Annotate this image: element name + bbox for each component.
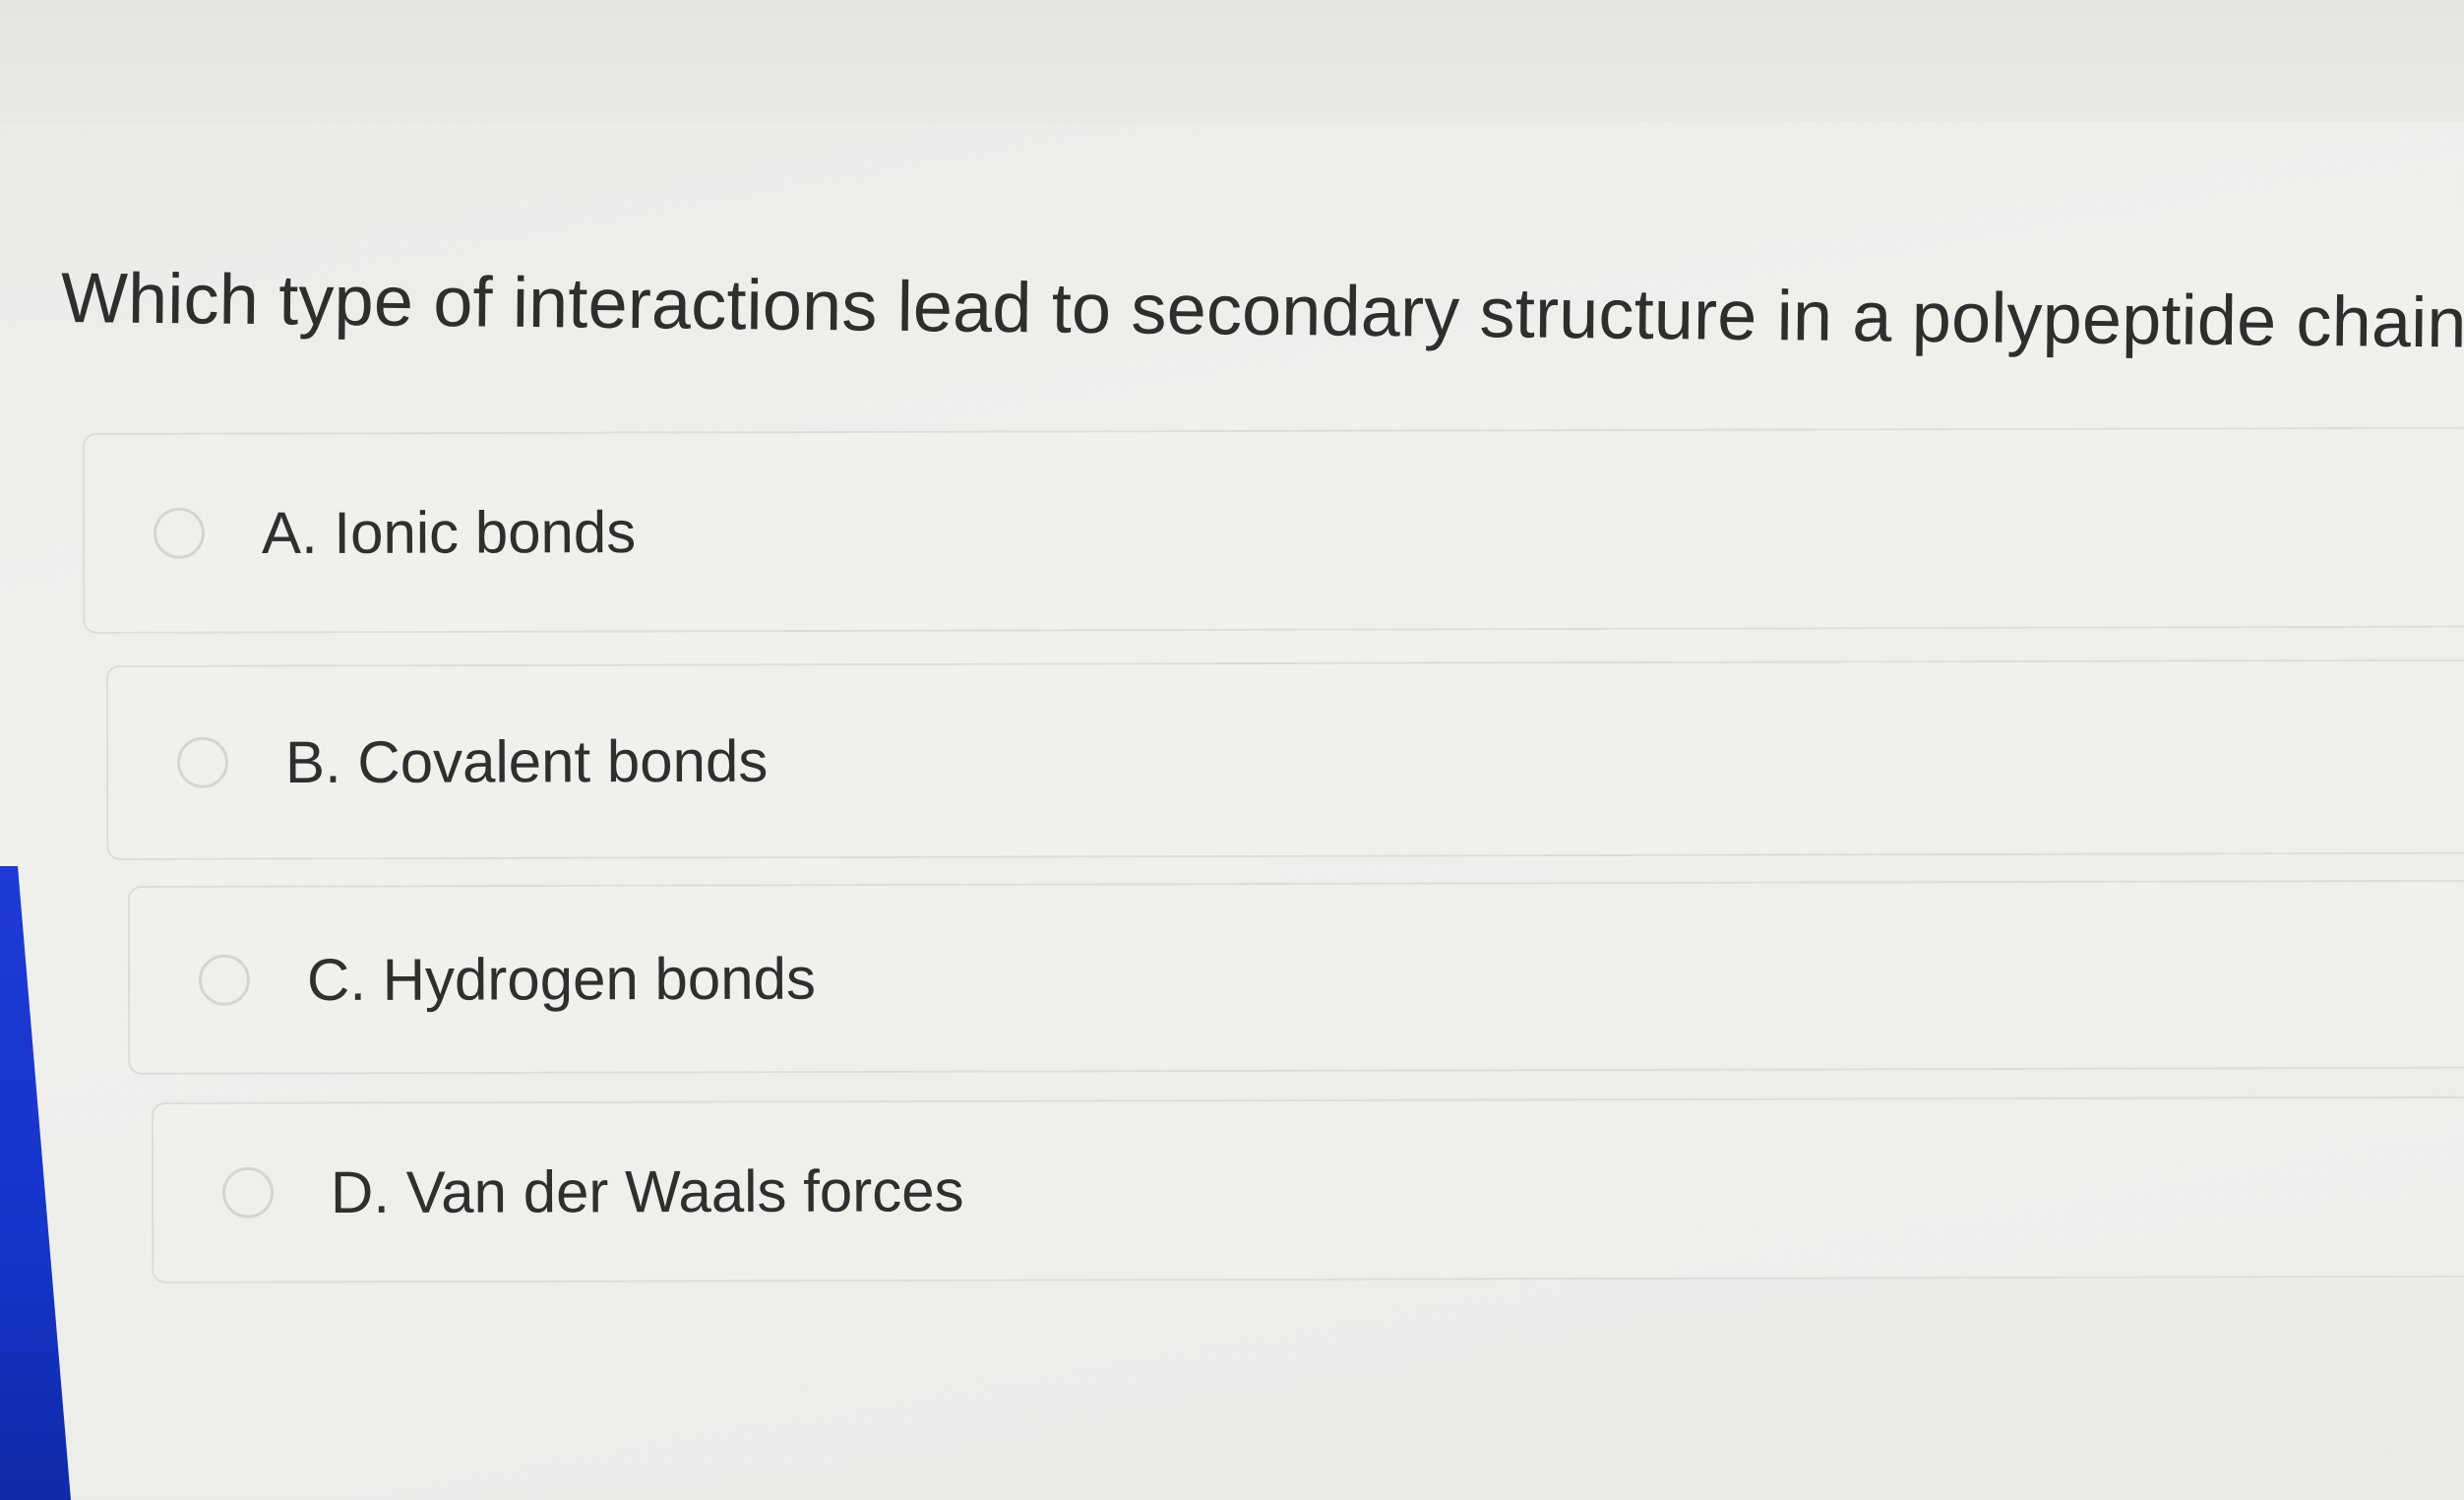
option-c[interactable]: C. Hydrogen bonds xyxy=(127,879,2464,1075)
option-label: A. Ionic bonds xyxy=(261,499,637,567)
question-text: Which type of interactions lead to secon… xyxy=(60,259,2464,364)
option-b[interactable]: B. Covalent bonds xyxy=(105,658,2464,860)
option-label: D. Van der Waals forces xyxy=(330,1157,964,1226)
option-a[interactable]: A. Ionic bonds xyxy=(82,426,2464,634)
radio-button-icon[interactable] xyxy=(221,1166,275,1219)
option-d[interactable]: D. Van der Waals forces xyxy=(151,1095,2464,1283)
screen-edge xyxy=(0,866,71,1500)
radio-button-icon[interactable] xyxy=(176,736,229,788)
option-label: C. Hydrogen bonds xyxy=(306,945,817,1014)
radio-button-icon[interactable] xyxy=(198,954,251,1006)
top-band xyxy=(0,0,2464,123)
radio-button-icon[interactable] xyxy=(153,507,206,559)
option-label: B. Covalent bonds xyxy=(284,727,769,796)
